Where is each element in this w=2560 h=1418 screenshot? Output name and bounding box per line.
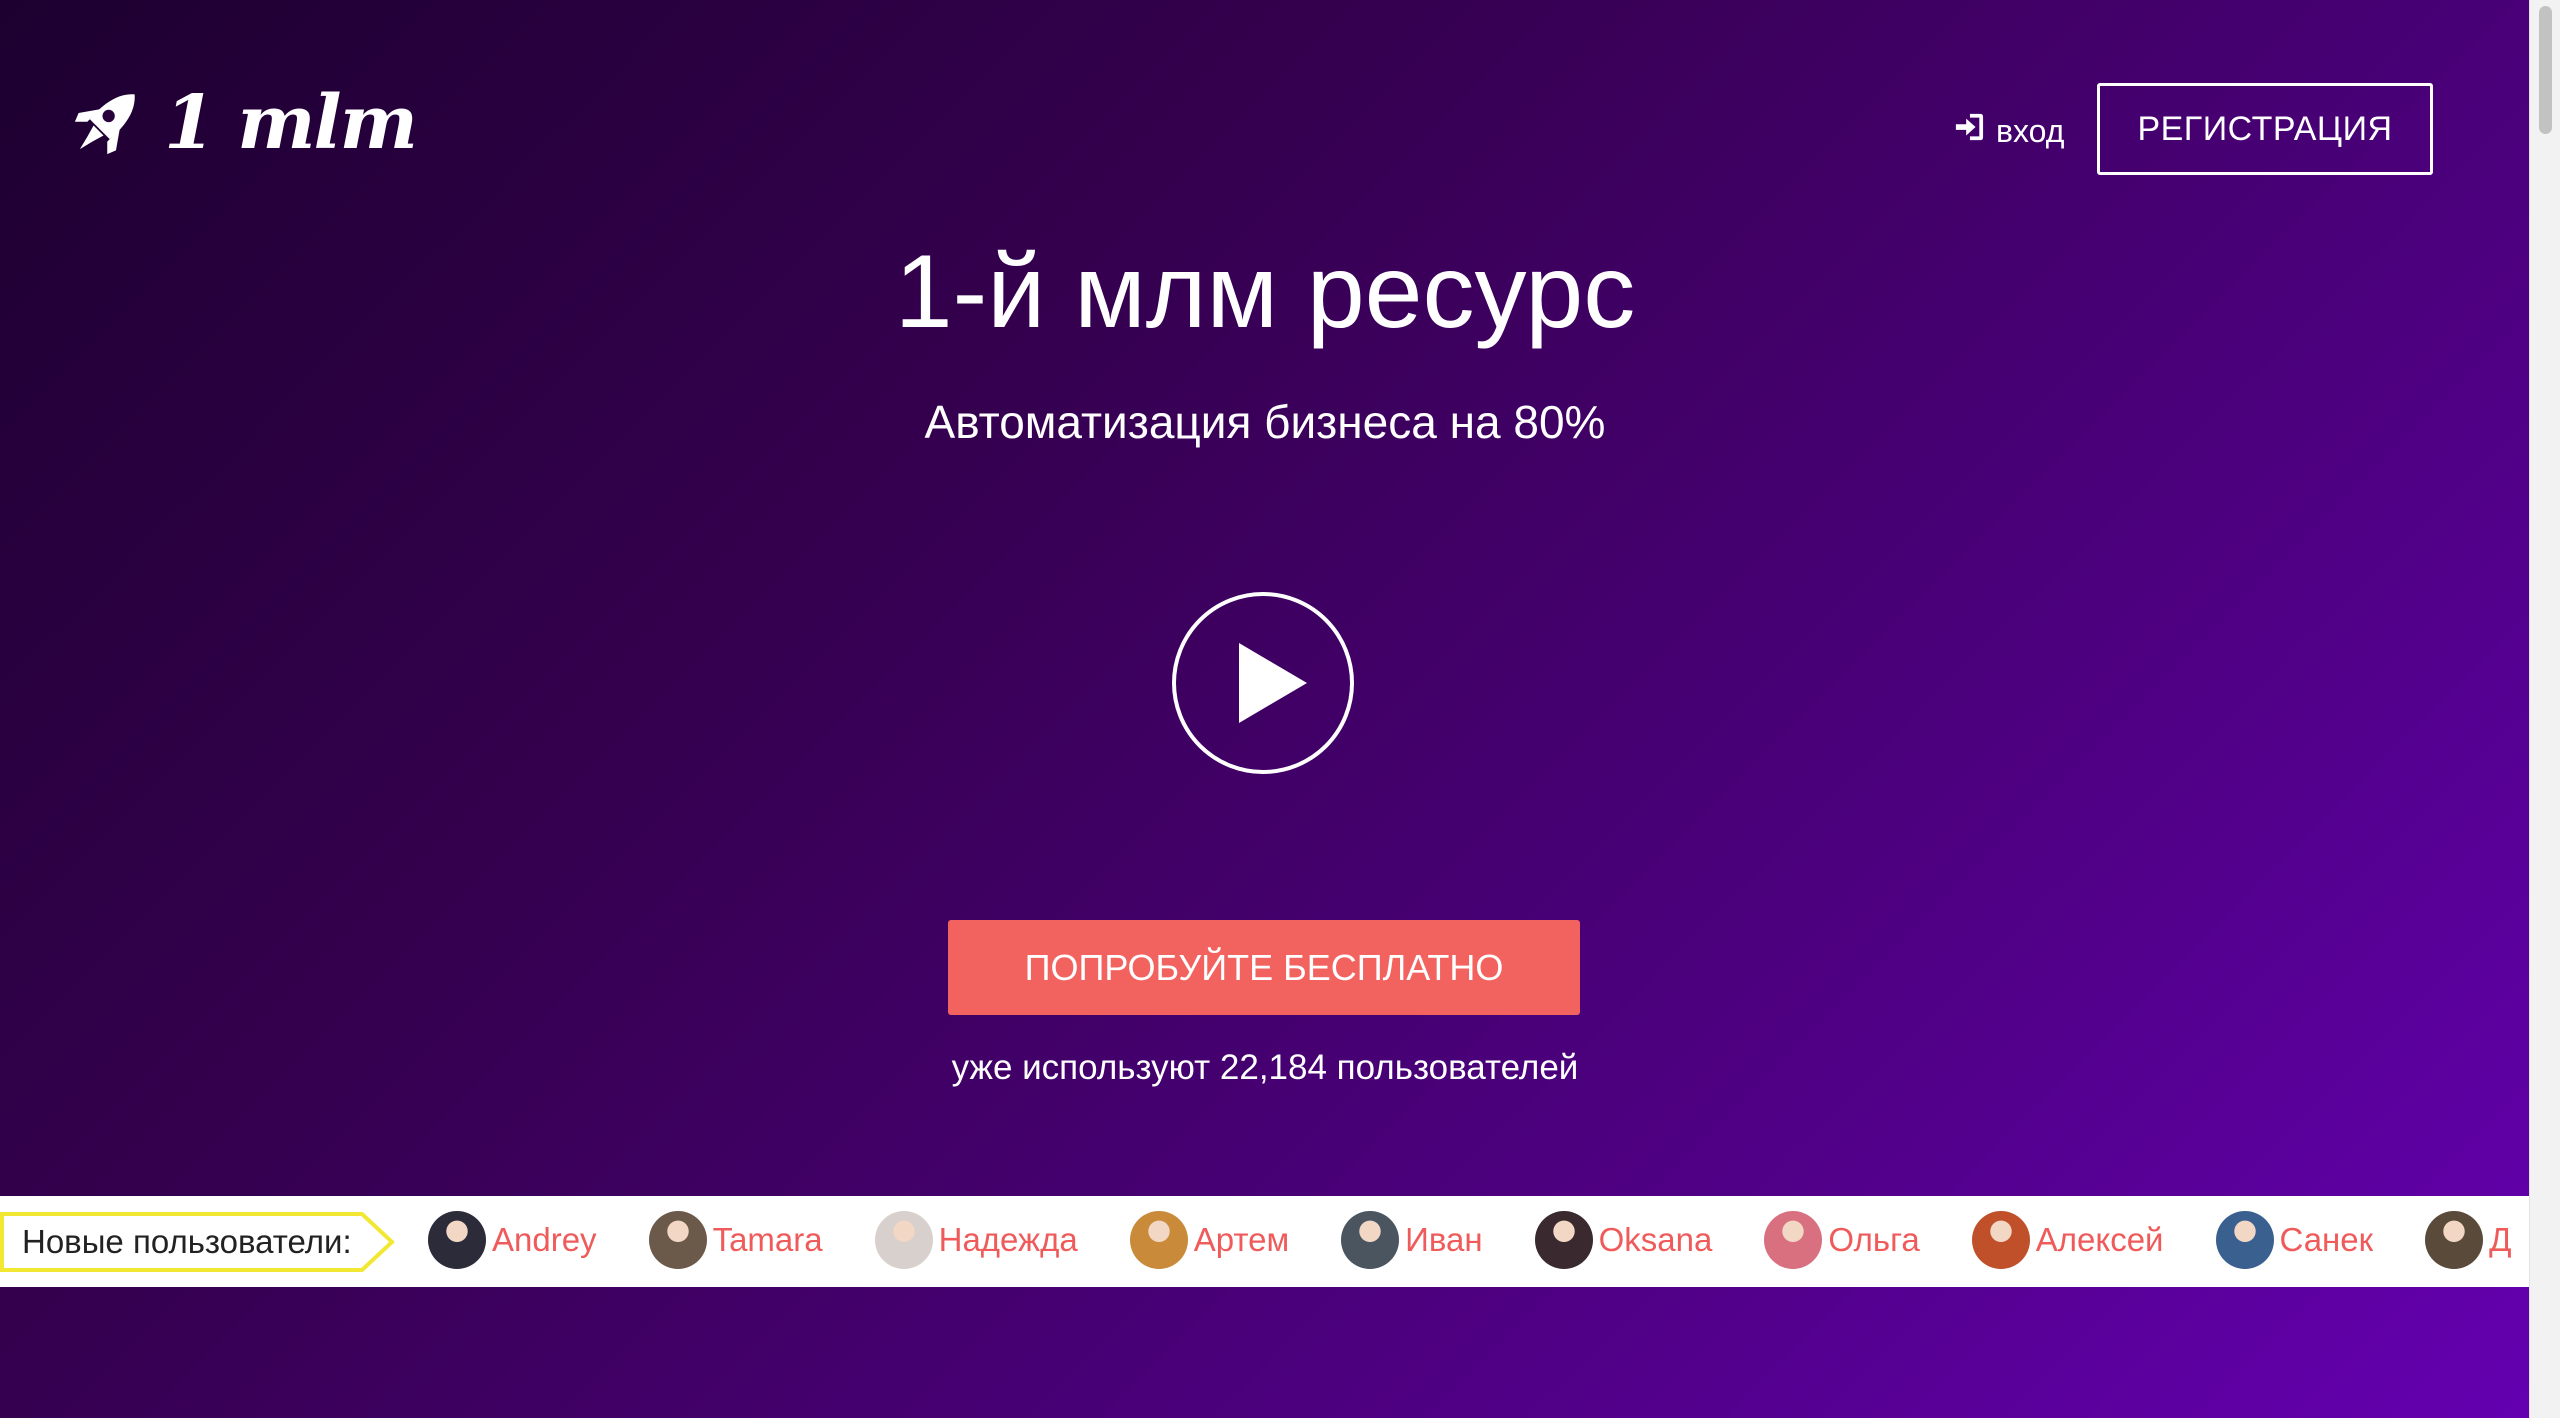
user-name: Ольга [1828, 1221, 1920, 1258]
user-item[interactable]: Oksana [1534, 1210, 1713, 1270]
user-item[interactable]: Санек [2215, 1210, 2374, 1270]
avatar [648, 1211, 707, 1269]
user-name: Oksana [1598, 1221, 1713, 1258]
user-item[interactable]: Артем [1129, 1210, 1290, 1270]
avatar [1534, 1211, 1593, 1269]
scrollbar[interactable] [2529, 0, 2560, 1418]
new-users-label-text: Новые пользователи: [22, 1223, 352, 1260]
try-free-button[interactable]: ПОПРОБУЙТЕ БЕСПЛАТНО [948, 920, 1580, 1015]
rocket-icon [62, 78, 150, 168]
play-icon [1171, 591, 1355, 775]
login-label: вход [1996, 112, 2065, 149]
hero-section: 1 mlm вход РЕГИСТРАЦИЯ 1-й млм ресурс Ав… [0, 0, 2530, 1418]
play-video-button[interactable] [1171, 591, 1355, 775]
new-users-label: Новые пользователи: [0, 1212, 395, 1272]
avatar [1971, 1211, 2030, 1269]
users-count: уже используют 22,184 пользователей [951, 1048, 1579, 1087]
user-name: Иван [1405, 1221, 1483, 1258]
logo[interactable]: 1 mlm [62, 78, 418, 168]
user-name: Andrey [492, 1221, 597, 1258]
user-item[interactable]: Andrey [428, 1210, 597, 1270]
avatar [1129, 1211, 1188, 1269]
user-name: Tamara [712, 1221, 823, 1258]
user-name: Санек [2279, 1221, 2374, 1258]
avatar [2425, 1211, 2484, 1269]
sign-in-icon [1954, 112, 1996, 150]
page-title: 1-й млм ресурс [894, 234, 1636, 350]
user-name: Артем [1193, 1221, 1290, 1258]
scrollbar-thumb[interactable] [2539, 6, 2552, 134]
avatar [428, 1211, 486, 1269]
avatar [874, 1211, 933, 1269]
avatar [1764, 1211, 1823, 1269]
new-users-strip: Новые пользователи: Andrey Tamara Надежда А… [0, 1196, 2530, 1287]
user-name: Надежда [938, 1221, 1078, 1258]
page-subtitle: Автоматизация бизнеса на 80% [924, 396, 1606, 448]
logo-text: 1 mlm [164, 80, 418, 166]
new-users-list: Andrey Tamara Надежда Артем Иван Oksana Ольга А… [428, 1210, 2530, 1270]
user-item[interactable]: Tamara [648, 1210, 823, 1270]
user-item[interactable]: Иван [1341, 1210, 1483, 1270]
avatar [1341, 1211, 1400, 1269]
avatar [2215, 1211, 2274, 1269]
user-item[interactable]: Д [2425, 1210, 2511, 1270]
user-item[interactable]: Алексей [1971, 1210, 2164, 1270]
user-item[interactable]: Надежда [874, 1210, 1078, 1270]
user-item[interactable]: Ольга [1764, 1210, 1920, 1270]
login-link[interactable]: вход [1954, 112, 2064, 150]
user-name: Д [2489, 1221, 2512, 1258]
user-name: Алексей [2035, 1221, 2164, 1258]
register-button[interactable]: РЕГИСТРАЦИЯ [2097, 83, 2433, 175]
